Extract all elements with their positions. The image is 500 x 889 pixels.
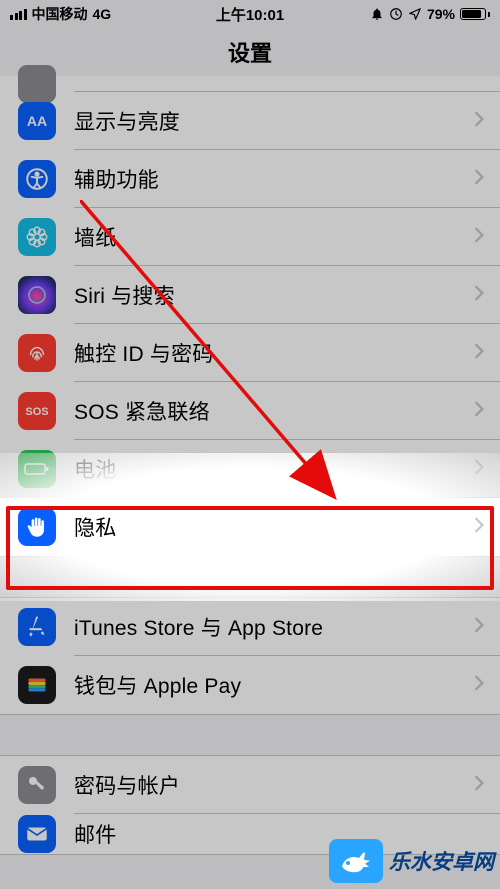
settings-row-siri[interactable]: Siri 与搜索: [0, 266, 500, 324]
row-label: 隐私: [74, 512, 474, 542]
wallpaper-icon: [18, 218, 56, 256]
settings-row-display[interactable]: AA 显示与亮度: [0, 92, 500, 150]
row-label: 墙纸: [74, 222, 474, 252]
watermark: 乐水安卓网: [329, 839, 494, 883]
wallet-icon: [18, 666, 56, 704]
settings-row-sos[interactable]: SOS SOS 紧急联络: [0, 382, 500, 440]
settings-row-privacy[interactable]: 隐私: [0, 498, 500, 556]
settings-row-passwords-accounts[interactable]: 密码与帐户: [0, 756, 500, 814]
siri-icon: [18, 276, 56, 314]
accessibility-icon: [18, 160, 56, 198]
settings-row-itunes[interactable]: iTunes Store 与 App Store: [0, 598, 500, 656]
settings-list: AA 显示与亮度 辅助功能 墙纸 Siri 与搜索: [0, 76, 500, 855]
chevron-right-icon: [474, 111, 484, 132]
key-icon: [18, 766, 56, 804]
row-label: 钱包与 Apple Pay: [74, 670, 474, 700]
appstore-icon: [18, 608, 56, 646]
display-brightness-icon: AA: [18, 102, 56, 140]
settings-row-touchid[interactable]: 触控 ID 与密码: [0, 324, 500, 382]
chevron-right-icon: [474, 343, 484, 364]
row-label: 密码与帐户: [74, 770, 474, 800]
battery-icon: [460, 8, 490, 20]
row-label: 辅助功能: [74, 164, 474, 194]
svg-text:SOS: SOS: [25, 406, 48, 418]
touchid-icon: [18, 334, 56, 372]
chevron-right-icon: [474, 775, 484, 796]
watermark-logo-icon: [329, 839, 383, 883]
row-label: 显示与亮度: [74, 106, 474, 136]
row-label: Siri 与搜索: [74, 280, 474, 310]
chevron-right-icon: [474, 459, 484, 480]
watermark-text: 乐水安卓网: [389, 846, 494, 876]
settings-row-wallpaper[interactable]: 墙纸: [0, 208, 500, 266]
svg-text:AA: AA: [27, 113, 47, 129]
privacy-hand-icon: [18, 508, 56, 546]
page-title: 设置: [228, 36, 272, 68]
battery-settings-icon: [18, 450, 56, 488]
sos-icon: SOS: [18, 392, 56, 430]
settings-row-partial-top[interactable]: [0, 76, 500, 92]
row-label: SOS 紧急联络: [74, 396, 474, 426]
chevron-right-icon: [474, 401, 484, 422]
row-label: 触控 ID 与密码: [74, 338, 474, 368]
chevron-right-icon: [474, 675, 484, 696]
settings-row-accessibility[interactable]: 辅助功能: [0, 150, 500, 208]
chevron-right-icon: [474, 227, 484, 248]
chevron-right-icon: [474, 517, 484, 538]
mail-icon: [18, 815, 56, 853]
chevron-right-icon: [474, 285, 484, 306]
row-label: 电池: [74, 454, 474, 484]
chevron-right-icon: [474, 169, 484, 190]
settings-row-wallet[interactable]: 钱包与 Apple Pay: [0, 656, 500, 714]
clock-label: 上午10:01: [0, 4, 500, 25]
settings-row-battery[interactable]: 电池: [0, 440, 500, 498]
nav-bar: 设置: [0, 28, 500, 76]
status-bar: 中国移动 4G 上午10:01 79%: [0, 0, 500, 28]
row-label: iTunes Store 与 App Store: [74, 612, 474, 642]
chevron-right-icon: [474, 617, 484, 638]
